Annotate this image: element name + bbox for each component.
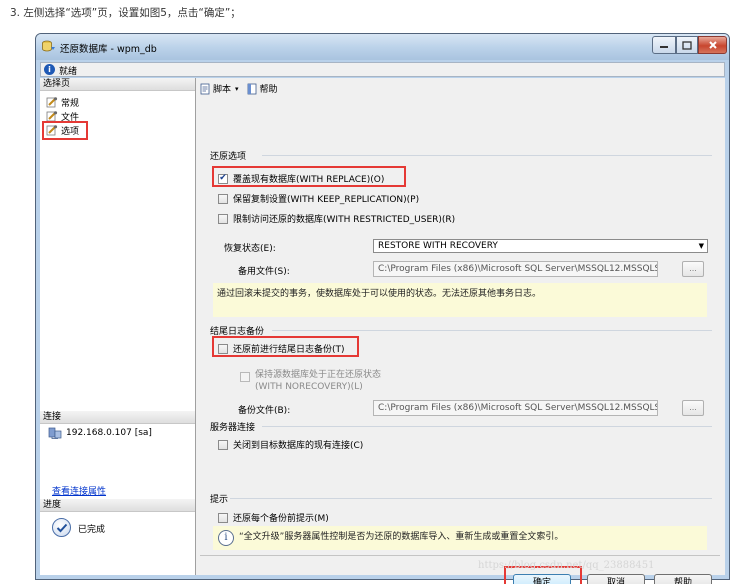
fulltext-info-text: “全文升级”服务器属性控制是否为还原的数据库导入、重新生成或重置全文索引。 bbox=[239, 532, 564, 542]
help-label: 帮助 bbox=[259, 85, 278, 95]
section-divider bbox=[262, 426, 712, 427]
wrench-page-icon bbox=[46, 96, 58, 108]
prompt-title: 提示 bbox=[210, 495, 229, 505]
instruction-text: 3. 左侧选择“选项”页，设置如图5，点击“确定”； bbox=[10, 7, 241, 19]
close-icon bbox=[708, 41, 717, 49]
dialog-client-area: 选择页 常规 文件 选项 连接 192.168.0.107 [sa] 查看连接属… bbox=[40, 78, 725, 584]
info-icon: i bbox=[44, 64, 55, 75]
watermark-text: https://blog.csdn.net/qq_23888451 bbox=[478, 560, 655, 571]
recovery-state-select[interactable]: RESTORE WITH RECOVERY ▼ bbox=[373, 239, 708, 253]
connection-value: 192.168.0.107 [sa] bbox=[66, 428, 152, 438]
restore-options-title: 还原选项 bbox=[210, 152, 247, 162]
help-toolbar-button[interactable]: 帮助 bbox=[247, 82, 278, 95]
server-connections-title: 服务器连接 bbox=[210, 423, 256, 433]
footer-divider bbox=[200, 555, 720, 556]
standby-file-field[interactable]: C:\Program Files (x86)\Microsoft SQL Ser… bbox=[373, 261, 658, 277]
tail-log-backup-option[interactable]: 还原前进行结尾日志备份(T) bbox=[218, 342, 345, 355]
prompt-before-each-option[interactable]: 还原每个备份前提示(M) bbox=[218, 511, 329, 524]
server-connection-icon bbox=[48, 427, 62, 439]
connection-info: 192.168.0.107 [sa] bbox=[48, 427, 152, 439]
close-button[interactable] bbox=[698, 36, 727, 54]
keep-replication-checkbox[interactable] bbox=[218, 193, 228, 204]
maximize-button[interactable] bbox=[676, 36, 698, 54]
leave-restoring-checkbox[interactable] bbox=[240, 372, 250, 382]
keep-replication-option[interactable]: 保留复制设置(WITH KEEP_REPLICATION)(P) bbox=[218, 192, 419, 205]
cancel-button[interactable]: 取消 bbox=[587, 574, 645, 584]
script-label: 脚本 bbox=[213, 85, 232, 95]
restricted-user-label: 限制访问还原的数据库(WITH RESTRICTED_USER)(R) bbox=[233, 215, 456, 225]
section-divider bbox=[262, 155, 712, 156]
page-item-general[interactable]: 常规 bbox=[46, 95, 79, 109]
chevron-down-icon: ▼ bbox=[698, 242, 704, 250]
prompt-before-each-checkbox[interactable] bbox=[218, 512, 228, 523]
progress-status: 已完成 bbox=[78, 525, 106, 535]
connection-header: 连接 bbox=[40, 411, 195, 424]
restricted-user-option[interactable]: 限制访问还原的数据库(WITH RESTRICTED_USER)(R) bbox=[218, 212, 455, 225]
restricted-user-checkbox[interactable] bbox=[218, 213, 228, 224]
help-button[interactable]: 帮助 bbox=[654, 574, 712, 584]
recovery-state-label: 恢复状态(E): bbox=[224, 244, 276, 254]
restore-database-window: 还原数据库 - wpm_db i 就绪 选择页 常规 文件 选项 连接 192.… bbox=[35, 33, 730, 584]
window-title: 还原数据库 - wpm_db bbox=[60, 44, 157, 55]
left-pane: 选择页 常规 文件 选项 连接 192.168.0.107 [sa] 查看连接属… bbox=[40, 78, 196, 575]
backup-file-browse-button[interactable]: ... bbox=[682, 400, 704, 416]
page-item-label: 常规 bbox=[61, 98, 80, 109]
with-replace-label: 覆盖现有数据库(WITH REPLACE)(O) bbox=[233, 175, 385, 185]
recovery-note: 通过回滚未提交的事务，使数据库处于可以使用的状态。无法还原其他事务日志。 bbox=[213, 283, 707, 317]
backup-file-label: 备份文件(B): bbox=[238, 406, 291, 416]
section-divider bbox=[230, 498, 712, 499]
title-bar[interactable]: 还原数据库 - wpm_db bbox=[36, 34, 729, 60]
script-button[interactable]: 脚本 ▾ bbox=[200, 82, 239, 95]
select-page-header: 选择页 bbox=[40, 78, 195, 91]
leave-restoring-line1: 保持源数据库处于正在还原状态 bbox=[255, 370, 382, 380]
standby-file-browse-button[interactable]: ... bbox=[682, 261, 704, 277]
close-connections-option[interactable]: 关闭到目标数据库的现有连接(C) bbox=[218, 438, 363, 451]
leave-restoring-option[interactable]: 保持源数据库处于正在还原状态 (WITH NORECOVERY)(L) bbox=[240, 369, 381, 393]
keep-replication-label: 保留复制设置(WITH KEEP_REPLICATION)(P) bbox=[233, 195, 420, 205]
database-icon bbox=[42, 40, 56, 52]
minimize-icon bbox=[660, 46, 668, 48]
with-replace-checkbox[interactable]: ✔ bbox=[218, 173, 228, 184]
wrench-page-icon bbox=[46, 110, 58, 122]
recovery-state-value: RESTORE WITH RECOVERY bbox=[378, 241, 498, 251]
checkmark-icon bbox=[52, 518, 71, 537]
prompt-before-each-label: 还原每个备份前提示(M) bbox=[233, 514, 329, 524]
wrench-page-icon bbox=[46, 124, 58, 136]
backup-file-field[interactable]: C:\Program Files (x86)\Microsoft SQL Ser… bbox=[373, 400, 658, 416]
page-item-options[interactable]: 选项 bbox=[46, 123, 79, 137]
ok-button[interactable]: 确定 bbox=[513, 574, 571, 584]
close-connections-label: 关闭到目标数据库的现有连接(C) bbox=[233, 441, 364, 451]
tail-log-backup-label: 还原前进行结尾日志备份(T) bbox=[233, 345, 345, 355]
chevron-down-icon: ▾ bbox=[235, 84, 239, 93]
maximize-icon bbox=[682, 40, 692, 50]
script-icon bbox=[200, 83, 211, 95]
info-icon: i bbox=[218, 530, 234, 546]
section-divider bbox=[272, 330, 712, 331]
tail-log-backup-checkbox[interactable] bbox=[218, 343, 228, 354]
leave-restoring-label: 保持源数据库处于正在还原状态 (WITH NORECOVERY)(L) bbox=[255, 369, 381, 393]
view-connection-properties-link[interactable]: 查看连接属性 bbox=[52, 484, 106, 497]
close-connections-checkbox[interactable] bbox=[218, 439, 228, 450]
fulltext-info-note: i “全文升级”服务器属性控制是否为还原的数据库导入、重新生成或重置全文索引。 bbox=[213, 526, 707, 550]
recovery-note-text: 通过回滚未提交的事务，使数据库处于可以使用的状态。无法还原其他事务日志。 bbox=[217, 289, 542, 299]
standby-file-label: 备用文件(S): bbox=[238, 267, 290, 277]
with-replace-option[interactable]: ✔ 覆盖现有数据库(WITH REPLACE)(O) bbox=[218, 172, 384, 185]
toolbar: 脚本 ▾ 帮助 bbox=[200, 82, 286, 95]
minimize-button[interactable] bbox=[652, 36, 676, 54]
progress-header: 进度 bbox=[40, 499, 195, 512]
status-text: 就绪 bbox=[59, 67, 78, 77]
leave-restoring-line2: (WITH NORECOVERY)(L) bbox=[255, 382, 363, 392]
help-icon bbox=[247, 83, 258, 95]
status-strip: i 就绪 bbox=[40, 62, 725, 77]
page-item-label: 选项 bbox=[61, 126, 80, 137]
